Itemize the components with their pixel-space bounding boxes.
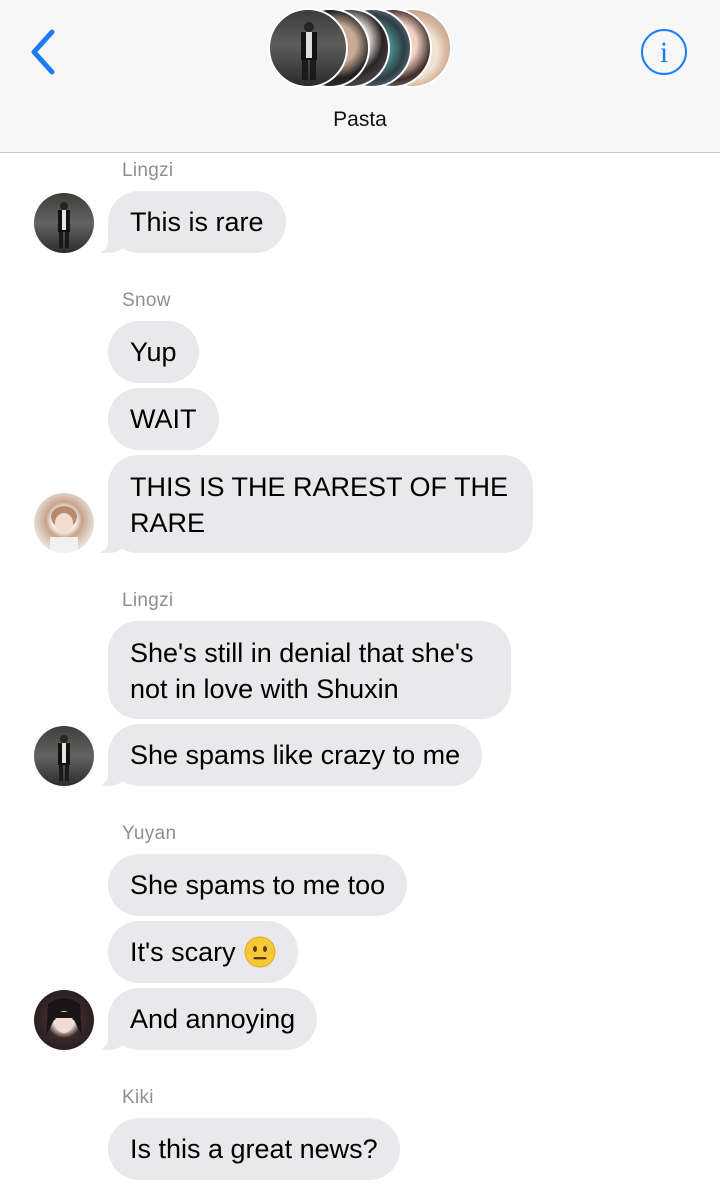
group-member-avatar: [268, 8, 348, 88]
message-bubble[interactable]: She's still in denial that she's not in …: [108, 621, 511, 719]
back-button[interactable]: [22, 26, 66, 78]
message-bubble[interactable]: It's scary: [108, 921, 298, 983]
sender-name: Yuyan: [122, 823, 177, 844]
sender-name: Kiki: [122, 1087, 154, 1108]
message-text: THIS IS THE RAREST OF THE RARE: [130, 472, 509, 538]
message-bubble[interactable]: This is rare: [95, 191, 286, 253]
message-text: She's still in denial that she's not in …: [130, 638, 474, 704]
avatar-yuyan[interactable]: [34, 990, 94, 1050]
message-text: And annoying: [130, 1004, 296, 1034]
message-bubble[interactable]: THIS IS THE RAREST OF THE RARE: [95, 455, 533, 553]
avatar-lingzi[interactable]: [34, 726, 94, 786]
message-text: This is rare: [130, 207, 264, 237]
avatar-snow[interactable]: [34, 493, 94, 553]
message-bubble[interactable]: Yup: [108, 321, 199, 383]
message-text: Is this a great news?: [130, 1134, 378, 1164]
message-text: She spams like crazy to me: [130, 740, 461, 770]
message-bubble[interactable]: And annoying: [94, 988, 318, 1050]
message-bubble[interactable]: WAIT: [108, 388, 219, 450]
neutral-face-icon: [244, 936, 276, 968]
message-bubble[interactable]: She spams to me too: [108, 854, 408, 916]
message-text: Yup: [130, 337, 177, 367]
group-avatar-stack[interactable]: [268, 8, 452, 90]
message-text: WAIT: [130, 404, 197, 434]
message-bubble[interactable]: She spams like crazy to me: [94, 724, 483, 786]
info-button[interactable]: i: [641, 29, 687, 75]
sender-name: Lingzi: [122, 160, 174, 181]
message-bubble[interactable]: Is this a great news?: [108, 1118, 400, 1180]
info-icon: i: [659, 36, 669, 69]
message-text: She spams to me too: [130, 870, 386, 900]
chevron-left-icon: [31, 29, 55, 75]
sender-name: Snow: [122, 290, 171, 311]
sender-name: Lingzi: [122, 590, 174, 611]
message-text: It's scary: [130, 937, 236, 967]
group-name[interactable]: Pasta: [0, 108, 720, 132]
conversation-header: Pasta i: [0, 0, 720, 153]
avatar-lingzi[interactable]: [34, 193, 94, 253]
